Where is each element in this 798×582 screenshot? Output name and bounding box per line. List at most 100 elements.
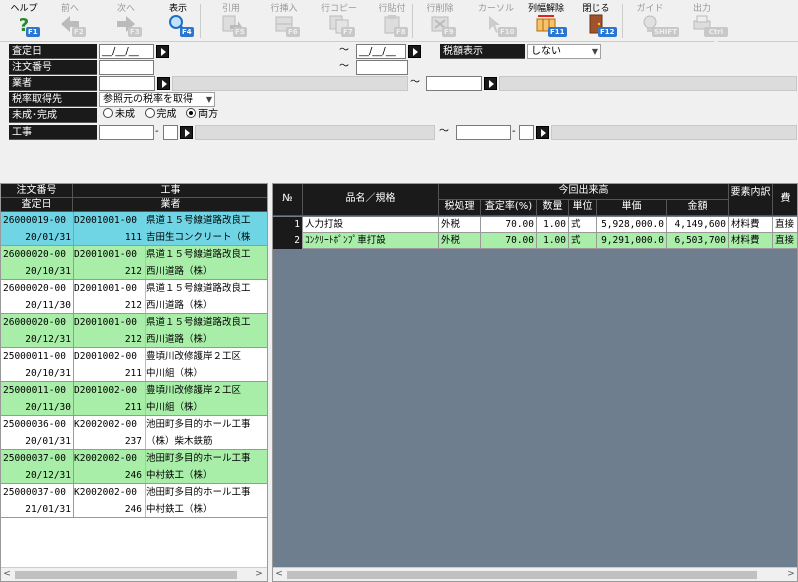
cell-construction-name: 県道１５号線道路改良工 — [146, 249, 251, 260]
tax-display-value: しない — [531, 46, 561, 57]
construction-lookup-button-from[interactable] — [180, 126, 193, 139]
scrollbar-thumb[interactable] — [287, 571, 757, 579]
tax-rate-source-label: 税率取得先 — [9, 92, 97, 107]
order-list-rows: 26000019-00 D2001001-00 県道１５号線道路改良工 20/01/3… — [1, 212, 267, 562]
cell-amount: 4,149,600 — [667, 217, 729, 233]
radio-checked-icon — [186, 108, 197, 118]
order-no-to-input[interactable] — [356, 60, 408, 75]
calendar-button-from[interactable] — [156, 45, 169, 58]
construction-from-input[interactable] — [99, 125, 154, 140]
order-row[interactable]: 25000036-00 K2002002-00 池田町多目的ホール工事 20/01/3… — [1, 416, 267, 450]
function-key-badge: F3 — [128, 27, 142, 37]
header-order-no: 注文番号 — [1, 184, 73, 198]
cell-unit-price: 5,928,000.0 — [597, 217, 667, 233]
construction-lookup-button-to[interactable] — [536, 126, 549, 139]
construction-from-branch[interactable] — [163, 125, 178, 140]
assessment-date-from-input[interactable]: __/__/__ — [99, 44, 154, 59]
order-row[interactable]: 25000011-00 D2001002-00 豊頃川改修護岸２工区 20/11/30… — [1, 382, 267, 416]
cell-item-name: ｺﾝｸﾘｰﾄﾎﾟﾝﾌﾟ車打設 — [303, 233, 439, 249]
cell-construction-name: 池田町多目的ホール工事 — [146, 453, 251, 464]
cell-construction-name: 豊頃川改修護岸２工区 — [146, 385, 242, 396]
cell-assessment-date: 21/01/31 — [25, 504, 71, 515]
scroll-left-icon[interactable]: < — [1, 568, 13, 581]
construction-to-branch[interactable] — [519, 125, 534, 140]
cell-assessment-date: 20/10/31 — [25, 368, 71, 379]
search-button[interactable]: 表示 F4 — [156, 0, 200, 40]
cell-order-no: 25000011-00 — [3, 351, 66, 362]
header-assessment-date: 査定日 — [1, 198, 73, 212]
column-divider — [73, 484, 74, 517]
cell-vendor-name: 中川組（株） — [146, 402, 204, 413]
column-divider — [73, 416, 74, 449]
cell-item-name: 人力打設 — [303, 217, 439, 233]
construction-to-input[interactable] — [456, 125, 511, 140]
cursor-button: カーソル F10 — [470, 0, 522, 40]
horizontal-scrollbar[interactable]: < > — [273, 567, 797, 581]
delete-row-button: 行削除 F9 — [418, 0, 462, 40]
scrollbar-thumb[interactable] — [15, 571, 237, 579]
order-row[interactable]: 25000037-00 K2002002-00 池田町多目的ホール工事 20/12/3… — [1, 450, 267, 484]
scroll-right-icon[interactable]: > — [253, 568, 265, 581]
close-door-button[interactable]: 閉じる F12 — [574, 0, 618, 40]
tax-display-select[interactable]: しない ▼ — [527, 44, 601, 59]
order-row[interactable]: 26000020-00 D2001001-00 県道１５号線道路改良工 20/12/3… — [1, 314, 267, 348]
vendor-to-input[interactable] — [426, 76, 482, 91]
function-key-badge: F9 — [442, 27, 456, 37]
cell-order-no: 26000020-00 — [3, 283, 66, 294]
cell-vendor-name: 西川道路（株） — [146, 266, 213, 277]
column-width-button[interactable]: 列幅解除 F11 — [516, 0, 576, 40]
column-divider — [73, 280, 74, 313]
radio-circle-icon — [103, 108, 113, 118]
order-row[interactable]: 25000037-00 K2002002-00 池田町多目的ホール工事 21/01/3… — [1, 484, 267, 518]
order-row[interactable]: 25000011-00 D2001002-00 豊頃川改修護岸２工区 20/10/31… — [1, 348, 267, 382]
order-row[interactable]: 26000019-00 D2001001-00 県道１５号線道路改良工 20/01/3… — [1, 212, 267, 246]
order-row[interactable]: 26000020-00 D2001001-00 県道１５号線道路改良工 20/11/3… — [1, 280, 267, 314]
cell-order-no: 26000019-00 — [3, 215, 66, 226]
assessment-date-to-input[interactable]: __/__/__ — [356, 44, 406, 59]
radio-complete[interactable]: 完成 — [144, 108, 177, 120]
detail-row[interactable]: 2 ｺﾝｸﾘｰﾄﾎﾟﾝﾌﾟ車打設 外税 70.00 1.00 式 9,291,000.0 6,… — [273, 233, 797, 249]
calendar-button-to[interactable] — [408, 45, 421, 58]
column-divider — [145, 484, 146, 517]
detail-row[interactable]: 1 人力打設 外税 70.00 1.00 式 5,928,000.0 4,149,600 材料費… — [273, 217, 797, 233]
vendor-lookup-button-from[interactable] — [157, 77, 170, 90]
cell-order-no: 26000020-00 — [3, 249, 66, 260]
cell-vendor-no: 211 — [124, 368, 142, 379]
arrow-right-button: 次へ F3 — [100, 0, 152, 40]
cell-construction-name: 池田町多目的ホール工事 — [146, 487, 251, 498]
radio-incomplete[interactable]: 未成 — [103, 108, 135, 120]
order-row[interactable]: 26000020-00 D2001001-00 県道１５号線道路改良工 20/10/3… — [1, 246, 267, 280]
horizontal-scrollbar[interactable]: < > — [1, 567, 267, 581]
cell-construction-code: D2001001-00 — [74, 249, 137, 260]
cell-amount: 6,503,700 — [667, 233, 729, 249]
vendor-from-input[interactable] — [99, 76, 155, 91]
radio-both[interactable]: 両方 — [186, 108, 219, 120]
header-item-spec: 品名／規格 — [303, 184, 439, 216]
radio-both-label: 両方 — [198, 109, 219, 120]
cell-construction-code: D2001002-00 — [74, 351, 137, 362]
header-construction: 工事 — [73, 184, 267, 198]
scroll-left-icon[interactable]: < — [273, 568, 285, 581]
function-key-badge: F11 — [548, 27, 567, 37]
cell-assessment-date: 20/01/31 — [25, 436, 71, 447]
detail-grid-pane: № 品名／規格 今回出来高 税処理 査定率(%) 数量 単位 単価 金額 要素内… — [272, 183, 798, 582]
cell-element-breakdown: 材料費 — [729, 217, 773, 233]
cell-vendor-no: 246 — [124, 504, 142, 515]
order-no-label: 注文番号 — [9, 60, 97, 75]
header-tax-treatment: 税処理 — [439, 200, 481, 216]
cell-vendor-name: 西川道路（株） — [146, 334, 213, 345]
cell-vendor-no: 111 — [124, 232, 142, 243]
cell-vendor-no: 212 — [124, 266, 142, 277]
tax-rate-source-select[interactable]: 参照元の税率を取得 ▼ — [99, 92, 215, 107]
cell-construction-code: K2002002-00 — [74, 487, 137, 498]
column-divider — [145, 212, 146, 245]
header-cost-type: 費 — [773, 184, 797, 216]
scroll-right-icon[interactable]: > — [785, 568, 797, 581]
function-key-badge: F12 — [598, 27, 617, 37]
cell-construction-name: 県道１５号線道路改良工 — [146, 317, 251, 328]
vendor-lookup-button-to[interactable] — [484, 77, 497, 90]
cell-assessment-rate: 70.00 — [481, 217, 537, 233]
help-button[interactable]: ヘルプ? F1 — [2, 0, 46, 40]
order-no-from-input[interactable] — [99, 60, 154, 75]
header-element-breakdown: 要素内訳 — [729, 184, 773, 216]
